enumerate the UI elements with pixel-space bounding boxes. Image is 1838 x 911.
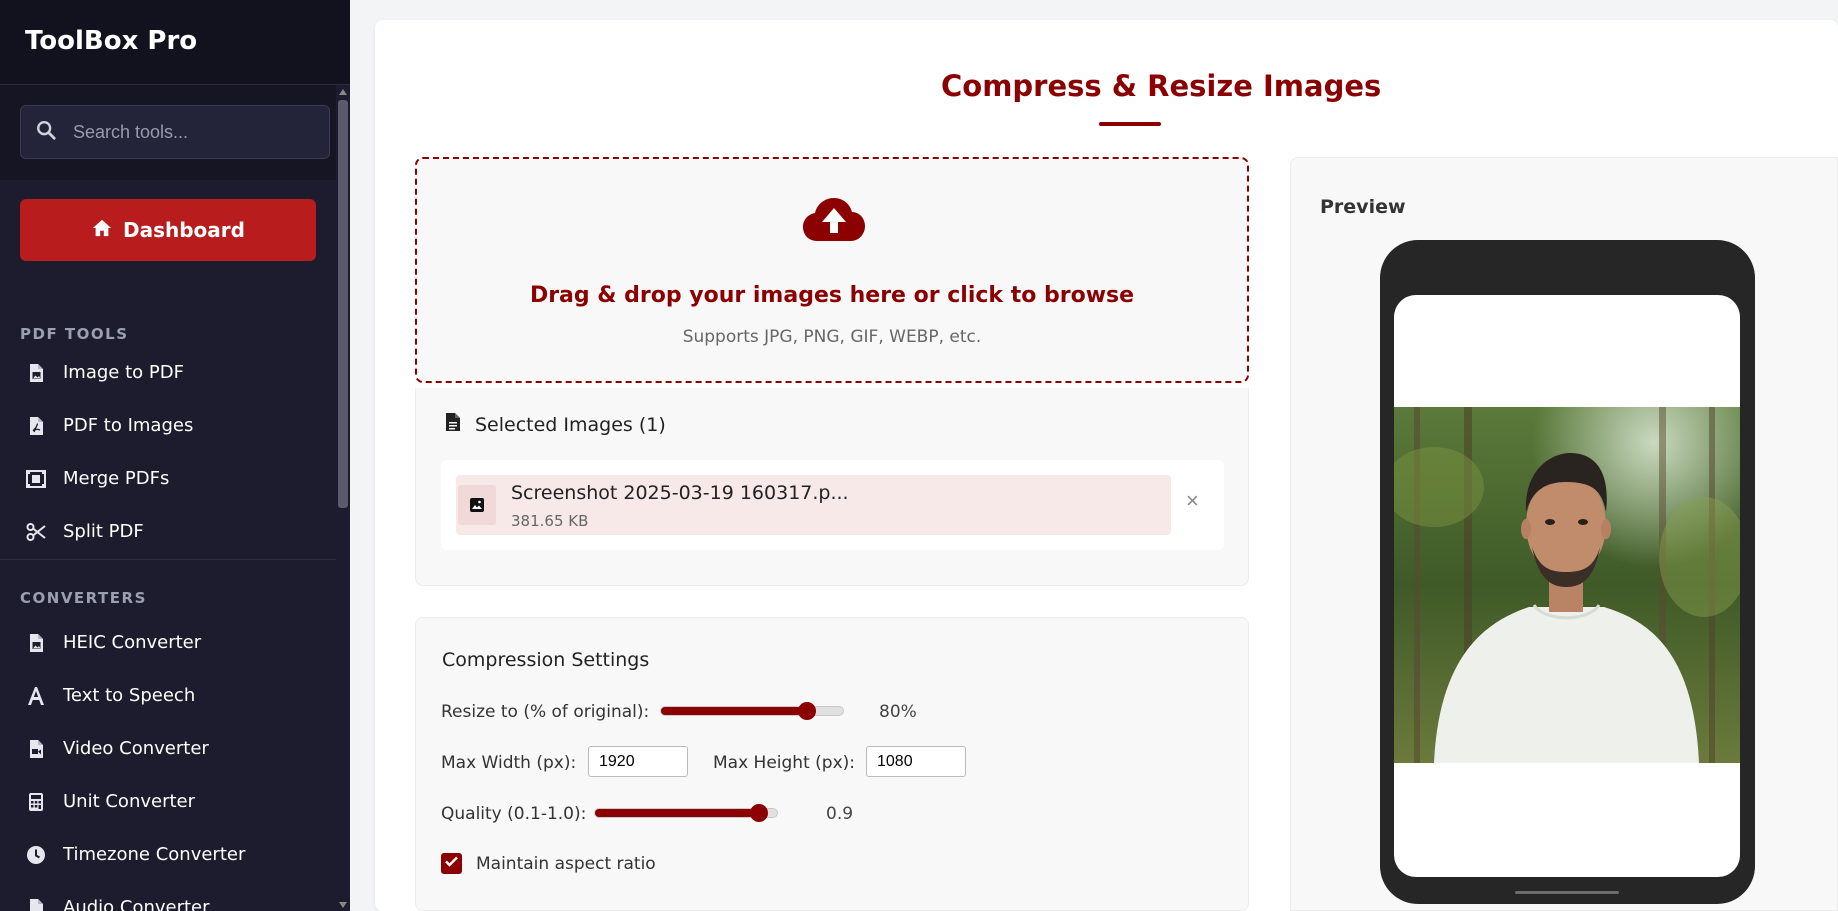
sidebar-item-label: Unit Converter	[63, 791, 196, 812]
phone-mockup	[1380, 240, 1755, 904]
check-icon	[444, 854, 459, 874]
sidebar-divider	[0, 559, 338, 560]
dashboard-label: Dashboard	[123, 218, 245, 242]
resize-slider-knob[interactable]	[798, 702, 816, 720]
aspect-ratio-checkbox[interactable]	[441, 853, 462, 874]
resize-label: Resize to (% of original):	[441, 702, 650, 722]
sidebar-item-label: Image to PDF	[63, 362, 184, 383]
sidebar: ToolBox Pro Dashboard PDF TOOLS Image to…	[0, 0, 350, 911]
selected-images-panel: Selected Images (1) Screenshot 2025-03-1…	[415, 388, 1249, 586]
cloud-upload-icon	[803, 197, 865, 243]
dropzone-title: Drag & drop your images here or click to…	[529, 283, 1135, 308]
file-audio-icon	[26, 897, 46, 911]
object-group-icon	[26, 468, 46, 490]
sidebar-item-video-converter[interactable]: Video Converter	[0, 722, 338, 775]
max-width-input[interactable]	[588, 746, 688, 777]
quality-slider[interactable]	[594, 804, 778, 822]
resize-value: 80%	[879, 702, 917, 722]
sidebar-item-merge-pdfs[interactable]: Merge PDFs	[0, 452, 338, 505]
file-image-icon	[26, 362, 46, 384]
file-name: Screenshot 2025-03-19 160317.p...	[511, 482, 849, 504]
max-height-label: Max Height (px):	[713, 753, 855, 773]
app-title: ToolBox Pro	[0, 0, 350, 85]
quality-slider-knob[interactable]	[750, 804, 768, 822]
max-height-input[interactable]	[866, 746, 966, 777]
scissors-icon	[26, 521, 46, 543]
home-icon	[91, 218, 123, 243]
sidebar-item-label: Audio Converter	[63, 897, 210, 911]
sidebar-item-text-to-speech[interactable]: Text to Speech	[0, 669, 338, 722]
file-icon	[445, 412, 475, 437]
sidebar-item-label: Split PDF	[63, 521, 144, 542]
dropzone-subtitle: Supports JPG, PNG, GIF, WEBP, etc.	[682, 327, 982, 347]
sidebar-item-label: Merge PDFs	[63, 468, 170, 489]
preview-panel: Preview	[1290, 157, 1838, 911]
image-icon	[458, 485, 496, 525]
selected-images-title: Selected Images (1)	[475, 413, 666, 436]
quality-label: Quality (0.1-1.0):	[441, 804, 587, 824]
quality-slider-fill	[595, 809, 759, 817]
selected-images-heading: Selected Images (1)	[445, 412, 666, 437]
preview-image	[1394, 407, 1740, 763]
font-icon	[26, 685, 46, 707]
sidebar-item-heic-converter[interactable]: HEIC Converter	[0, 616, 338, 669]
sidebar-item-label: HEIC Converter	[63, 632, 202, 653]
scroll-down-icon[interactable]	[339, 902, 347, 908]
file-list: Screenshot 2025-03-19 160317.p... 381.65…	[441, 460, 1224, 550]
sidebar-item-split-pdf[interactable]: Split PDF	[0, 505, 338, 558]
phone-screen	[1394, 295, 1740, 877]
aspect-ratio-label: Maintain aspect ratio	[476, 854, 656, 874]
sidebar-item-label: Text to Speech	[63, 685, 196, 706]
calculator-icon	[26, 791, 46, 813]
upload-dropzone[interactable]: Drag & drop your images here or click to…	[415, 157, 1249, 383]
page-title: Compress & Resize Images	[941, 69, 1382, 103]
file-image-icon	[26, 632, 46, 654]
clock-icon	[26, 844, 46, 866]
search-input[interactable]	[73, 121, 329, 143]
sidebar-item-timezone-converter[interactable]: Timezone Converter	[0, 828, 338, 881]
sidebar-item-label: Video Converter	[63, 738, 209, 759]
title-underline	[1099, 122, 1161, 126]
search-box	[20, 105, 330, 159]
settings-title: Compression Settings	[442, 649, 650, 671]
section-title-converters: CONVERTERS	[20, 589, 147, 607]
sidebar-item-label: Timezone Converter	[63, 844, 246, 865]
home-indicator	[1515, 891, 1619, 894]
section-title-pdf-tools: PDF TOOLS	[20, 325, 129, 343]
scroll-up-icon[interactable]	[339, 89, 347, 95]
max-width-label: Max Width (px):	[441, 753, 577, 773]
file-pdf-icon	[26, 415, 46, 437]
sidebar-item-pdf-to-images[interactable]: PDF to Images	[0, 399, 338, 452]
search-area	[0, 85, 350, 180]
list-item: Screenshot 2025-03-19 160317.p... 381.65…	[456, 475, 1171, 535]
resize-slider-fill	[661, 707, 807, 715]
sidebar-item-audio-converter[interactable]: Audio Converter	[0, 881, 338, 911]
sidebar-item-unit-converter[interactable]: Unit Converter	[0, 775, 338, 828]
quality-value: 0.9	[826, 804, 854, 824]
sidebar-item-label: PDF to Images	[63, 415, 194, 436]
search-icon	[35, 119, 57, 146]
file-size: 381.65 KB	[511, 512, 589, 530]
resize-slider[interactable]	[660, 702, 844, 720]
compression-settings-panel: Compression Settings Resize to (% of ori…	[415, 617, 1249, 911]
preview-title: Preview	[1320, 196, 1406, 218]
file-video-icon	[26, 738, 46, 760]
sidebar-scrollbar-thumb[interactable]	[338, 100, 348, 508]
sidebar-item-image-to-pdf[interactable]: Image to PDF	[0, 346, 338, 399]
remove-file-button[interactable]: ×	[1186, 490, 1199, 512]
dashboard-button[interactable]: Dashboard	[20, 199, 316, 261]
